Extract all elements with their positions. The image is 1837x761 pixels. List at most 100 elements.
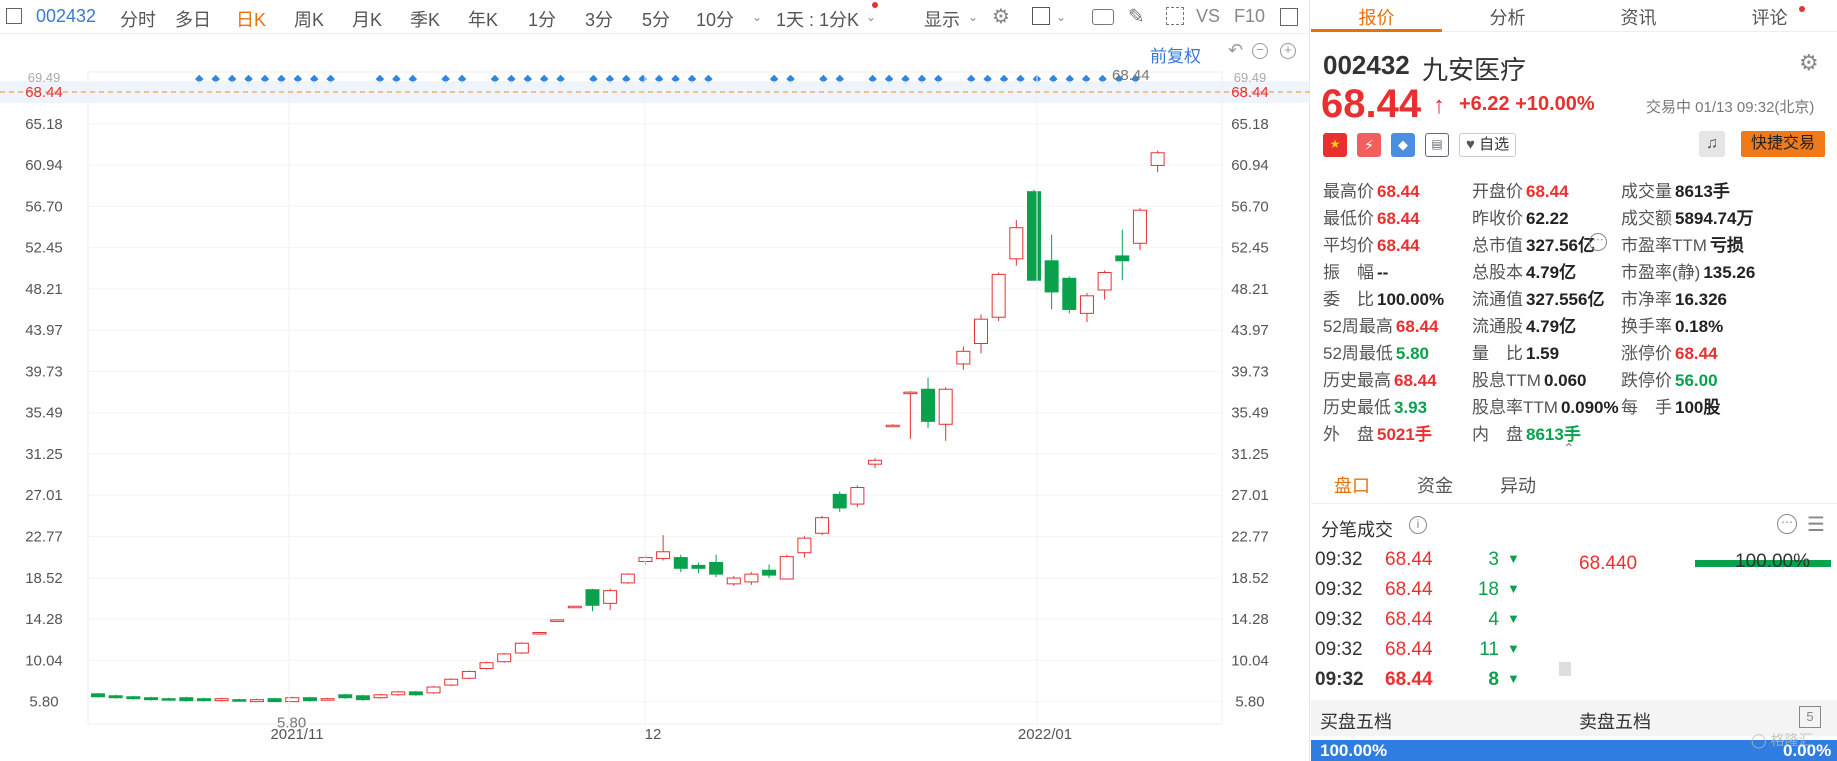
pencil-icon[interactable]: ✎ bbox=[1128, 4, 1145, 29]
candlestick[interactable] bbox=[550, 619, 565, 622]
tab-weekly-k[interactable]: 周K bbox=[294, 6, 324, 32]
tab-daily-k[interactable]: 日K bbox=[236, 6, 266, 32]
tab-quarterly-k[interactable]: 季K bbox=[410, 6, 440, 32]
candlestick[interactable] bbox=[762, 564, 777, 579]
candlestick[interactable] bbox=[797, 536, 812, 558]
candlestick[interactable] bbox=[444, 678, 459, 687]
tab-yearly-k[interactable]: 年K bbox=[468, 6, 498, 32]
candlestick[interactable] bbox=[143, 696, 158, 701]
candlestick[interactable] bbox=[108, 694, 123, 699]
candlestick[interactable] bbox=[885, 424, 900, 428]
candlestick[interactable] bbox=[1132, 208, 1147, 251]
tab-unusual-moves[interactable]: 异动 bbox=[1500, 472, 1536, 498]
candlestick[interactable] bbox=[338, 693, 353, 699]
tag-icon[interactable]: ◆ bbox=[1391, 133, 1415, 157]
candlestick[interactable] bbox=[1044, 234, 1059, 310]
settings-icon[interactable]: ⚙ bbox=[1799, 50, 1819, 76]
candlestick[interactable] bbox=[391, 690, 406, 696]
tab-news[interactable]: 资讯 bbox=[1573, 4, 1704, 30]
display-menu[interactable]: 显示 bbox=[924, 6, 960, 32]
tab-order-book[interactable]: 盘口 bbox=[1334, 472, 1370, 498]
tab-1min[interactable]: 1分 bbox=[528, 6, 556, 32]
tab-3min[interactable]: 3分 bbox=[585, 6, 613, 32]
bookmark-icon[interactable]: ▤ bbox=[1425, 133, 1449, 157]
collapse-chevron-icon[interactable]: ⌃ bbox=[1563, 440, 1575, 457]
more-icon[interactable]: ⋯ bbox=[1777, 514, 1797, 534]
candlestick[interactable] bbox=[832, 491, 847, 512]
candlestick[interactable] bbox=[232, 698, 247, 702]
candlestick[interactable] bbox=[726, 576, 741, 586]
kline-chart[interactable]: 5.80 5.80 10.04 10.04 14.28 14.28 18.52 18.52 22… bbox=[0, 34, 1310, 761]
margin-icon[interactable]: ⚡ bbox=[1357, 133, 1381, 157]
candlestick[interactable] bbox=[815, 515, 830, 536]
candlestick[interactable] bbox=[1097, 270, 1112, 300]
candlestick[interactable] bbox=[426, 686, 441, 694]
candlestick[interactable] bbox=[673, 554, 688, 573]
chevron-down-icon[interactable]: ⌄ bbox=[752, 10, 762, 24]
adjust-label[interactable]: 前复权 bbox=[1150, 42, 1201, 67]
candlestick[interactable] bbox=[408, 690, 423, 696]
tab-duori[interactable]: 多日 bbox=[175, 6, 211, 32]
candlestick[interactable] bbox=[1009, 219, 1024, 266]
candlestick[interactable] bbox=[620, 573, 635, 584]
fullscreen-icon[interactable] bbox=[1166, 7, 1184, 25]
candlestick[interactable] bbox=[214, 697, 229, 702]
gear-icon[interactable]: ⚙ bbox=[992, 4, 1010, 29]
indicator-square-icon[interactable] bbox=[1032, 7, 1050, 25]
candlestick[interactable] bbox=[161, 697, 176, 701]
camera-icon[interactable] bbox=[1092, 9, 1114, 25]
candlestick[interactable] bbox=[921, 377, 936, 429]
candlestick[interactable] bbox=[355, 694, 370, 701]
candlestick[interactable] bbox=[1026, 189, 1041, 281]
candlestick[interactable] bbox=[744, 572, 759, 585]
quick-trade-button[interactable]: 快捷交易 bbox=[1741, 131, 1825, 157]
zoom-out-icon[interactable]: − bbox=[1252, 43, 1268, 59]
scroll-thumb[interactable] bbox=[1559, 662, 1571, 676]
candlestick[interactable] bbox=[285, 696, 300, 703]
candlestick[interactable] bbox=[850, 485, 865, 507]
candlestick[interactable] bbox=[373, 693, 388, 699]
candlestick[interactable] bbox=[974, 314, 988, 354]
period-select[interactable]: 1天 : 1分K bbox=[776, 6, 859, 32]
f10-button[interactable]: F10 bbox=[1234, 6, 1265, 27]
tab-fenshi[interactable]: 分时 bbox=[120, 6, 156, 32]
candlestick[interactable] bbox=[903, 391, 918, 439]
candlestick[interactable] bbox=[479, 661, 494, 670]
candlestick[interactable] bbox=[1150, 150, 1165, 173]
follow-button[interactable]: ♥ 自选 bbox=[1459, 133, 1517, 157]
vs-button[interactable]: VS bbox=[1196, 6, 1220, 27]
candlestick[interactable] bbox=[497, 652, 512, 663]
candlestick[interactable] bbox=[91, 692, 105, 698]
candlestick[interactable] bbox=[868, 458, 883, 469]
bell-icon[interactable]: ♫ bbox=[1699, 131, 1725, 157]
candlestick[interactable] bbox=[249, 698, 264, 703]
stock-code-link[interactable]: 002432 bbox=[36, 6, 96, 27]
candlestick[interactable] bbox=[585, 588, 600, 612]
candlestick[interactable] bbox=[179, 696, 194, 702]
more-icon[interactable]: ⋯ bbox=[1589, 233, 1607, 251]
candlestick[interactable] bbox=[461, 670, 476, 680]
zoom-in-icon[interactable]: + bbox=[1280, 43, 1296, 59]
tab-analysis[interactable]: 分析 bbox=[1442, 4, 1573, 30]
candlestick[interactable] bbox=[320, 697, 335, 701]
tab-quote[interactable]: 报价 bbox=[1311, 4, 1442, 30]
sidebar-toggle-icon[interactable] bbox=[6, 8, 22, 24]
candlestick[interactable] bbox=[991, 272, 1006, 322]
candlestick[interactable] bbox=[1115, 229, 1130, 281]
five-level-icon[interactable]: 5 bbox=[1799, 706, 1821, 728]
candlestick[interactable] bbox=[779, 554, 794, 580]
undo-icon[interactable]: ↶ bbox=[1228, 40, 1243, 61]
candlestick[interactable] bbox=[956, 346, 971, 370]
candlestick-chart[interactable]: 5.80 5.80 10.04 10.04 14.28 14.28 18.52 18.52 22… bbox=[0, 34, 1310, 761]
panel-toggle-icon[interactable] bbox=[1280, 8, 1298, 26]
candlestick[interactable] bbox=[1062, 276, 1077, 314]
info-icon[interactable]: i bbox=[1409, 516, 1427, 534]
tab-monthly-k[interactable]: 月K bbox=[352, 6, 382, 32]
candlestick[interactable] bbox=[1079, 292, 1094, 323]
candlestick[interactable] bbox=[196, 697, 211, 702]
candlestick[interactable] bbox=[514, 642, 529, 654]
tab-capital-flow[interactable]: 资金 bbox=[1417, 472, 1453, 498]
list-icon[interactable]: ☰ bbox=[1807, 512, 1825, 537]
candlestick[interactable] bbox=[603, 588, 618, 611]
candlestick[interactable] bbox=[532, 632, 547, 635]
